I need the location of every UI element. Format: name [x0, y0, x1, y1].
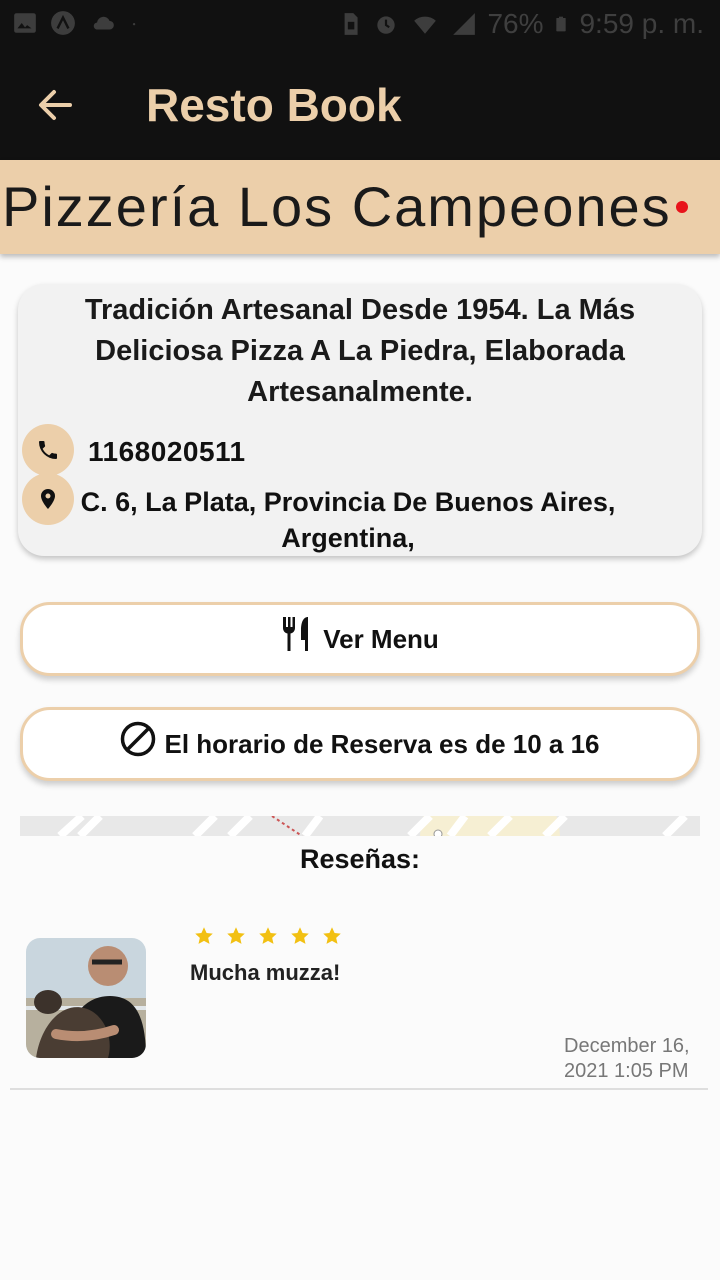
restaurant-name: Pizzería Los Campeones	[2, 175, 672, 238]
gallery-icon	[14, 13, 36, 33]
sim-icon	[345, 13, 359, 35]
reviews-heading: Reseñas:	[299, 844, 421, 874]
status-icons-right: 76% 9:59 p. m.	[337, 8, 704, 40]
map-view[interactable]	[20, 816, 700, 836]
status-icons-left	[12, 10, 144, 36]
star-icon	[291, 927, 309, 944]
signal-icon	[453, 13, 476, 35]
alarm-icon	[377, 16, 396, 34]
fork-knife-icon	[283, 617, 309, 651]
view-menu-label: Ver Menu	[323, 623, 439, 654]
location-icon-circle[interactable]	[22, 473, 74, 525]
status-time: 9:59 p. m.	[579, 8, 704, 39]
battery-percentage: 76%	[487, 8, 544, 39]
reservation-hours-label: El horario de Reserva es de 10 a 16	[164, 728, 600, 759]
reservation-hours-button[interactable]: El horario de Reserva es de 10 a 16	[20, 707, 700, 781]
location-pin-icon	[41, 489, 55, 509]
star-icon	[227, 927, 245, 944]
star-icon	[323, 927, 341, 944]
app-a-icon	[51, 11, 75, 35]
app-bar: Resto Book	[0, 50, 720, 160]
recording-indicator	[676, 201, 688, 213]
restaurant-info-card: Tradición Artesanal Desde 1954. La Más D…	[18, 284, 702, 556]
arrow-left-icon[interactable]	[32, 84, 80, 126]
restaurant-description: Tradición Artesanal Desde 1954. La Más D…	[84, 294, 636, 408]
review-text: Mucha muzza!	[190, 960, 341, 985]
battery-icon	[556, 16, 567, 32]
phone-icon	[39, 441, 57, 459]
cloud-icon	[93, 16, 114, 30]
restaurant-address: C. 6, La Plata, Provincia De Buenos Aire…	[80, 487, 616, 553]
app-title: Resto Book	[146, 79, 402, 131]
review-rating	[194, 926, 342, 946]
star-icon	[195, 927, 213, 944]
dot-icon	[132, 23, 136, 26]
phone-icon-circle[interactable]	[22, 424, 74, 476]
restaurant-phone[interactable]: 1168020511	[88, 436, 246, 468]
view-menu-button[interactable]: Ver Menu	[20, 602, 700, 676]
map-graphic	[20, 816, 700, 836]
block-icon	[121, 721, 156, 757]
star-icon	[259, 927, 277, 944]
restaurant-banner: Pizzería Los Campeones	[0, 160, 720, 254]
reviewer-avatar	[26, 938, 146, 1058]
review-date: December 16, 2021 1:05 PM	[564, 1035, 690, 1082]
review-divider	[10, 1088, 708, 1090]
wifi-icon	[414, 16, 437, 34]
reviewer-photo	[26, 938, 146, 1058]
status-bar: 76% 9:59 p. m.	[0, 0, 720, 50]
